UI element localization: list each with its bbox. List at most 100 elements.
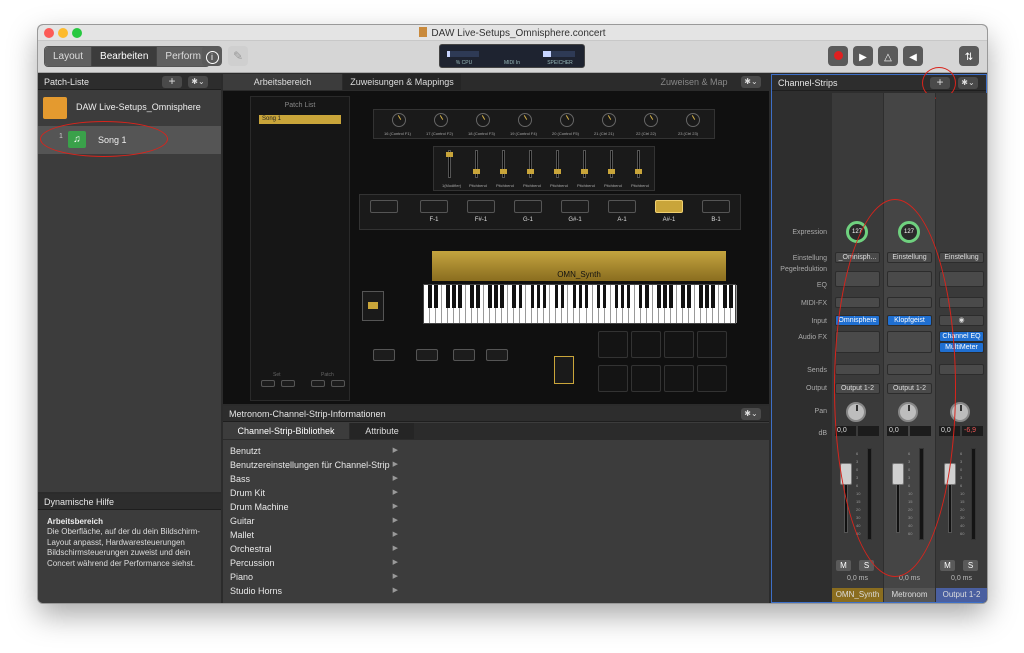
- black-key[interactable]: [488, 285, 492, 308]
- speaker-button[interactable]: ◀: [903, 46, 923, 66]
- drum-pad[interactable]: [664, 331, 694, 358]
- tuner-button[interactable]: ⇅: [959, 46, 979, 66]
- strip-name[interactable]: Output 1-2: [936, 588, 987, 602]
- keyboard[interactable]: [423, 284, 737, 324]
- black-key[interactable]: [687, 285, 691, 308]
- black-key[interactable]: [542, 285, 547, 308]
- black-key[interactable]: [699, 285, 703, 308]
- black-key[interactable]: [662, 285, 667, 308]
- pan-knob[interactable]: [846, 402, 866, 422]
- volume-fader-cap[interactable]: [840, 463, 852, 485]
- black-key[interactable]: [620, 285, 625, 308]
- drum-pad[interactable]: [664, 365, 694, 392]
- midi-fx-slot[interactable]: [939, 297, 984, 308]
- solo-button[interactable]: S: [859, 560, 874, 571]
- library-item[interactable]: Drum Machine ▶: [223, 500, 404, 514]
- library-item[interactable]: Studio Horns ▶: [223, 584, 404, 598]
- library-item[interactable]: Mallet ▶: [223, 528, 404, 542]
- patch-next-button[interactable]: [331, 380, 345, 387]
- concert-row[interactable]: DAW Live-Setups_Omnisphere: [38, 94, 221, 122]
- black-key[interactable]: [681, 285, 685, 308]
- volume-fader-cap[interactable]: [892, 463, 904, 485]
- black-key[interactable]: [512, 285, 517, 308]
- control-button-4[interactable]: [486, 349, 508, 361]
- metronome-button[interactable]: △: [878, 46, 898, 66]
- black-key[interactable]: [596, 285, 601, 308]
- sends-slot[interactable]: [887, 364, 932, 375]
- drum-pad[interactable]: [631, 365, 661, 392]
- audio-fx-slot[interactable]: [835, 331, 880, 353]
- volume-fader-cap[interactable]: [944, 463, 956, 485]
- setting-slot[interactable]: Einstellung: [887, 252, 932, 263]
- control-button-2[interactable]: [416, 349, 438, 361]
- input-slot[interactable]: Klopfgeist: [887, 315, 932, 326]
- black-key[interactable]: [711, 285, 715, 308]
- mute-button[interactable]: M: [836, 560, 851, 571]
- midi-fx-slot[interactable]: [887, 297, 932, 308]
- patch-prev-button[interactable]: [311, 380, 325, 387]
- patch-list-gear-button[interactable]: ✱⌄: [188, 76, 208, 88]
- strip-name[interactable]: OMN_Synth: [832, 588, 883, 602]
- audio-fx-slot[interactable]: [887, 331, 932, 353]
- black-key[interactable]: [560, 285, 565, 308]
- note-button[interactable]: [420, 200, 448, 213]
- control-knob[interactable]: [392, 113, 406, 127]
- play-button[interactable]: ▶: [853, 46, 873, 66]
- input-slot[interactable]: Omnisphere: [835, 315, 880, 326]
- tab-workspace[interactable]: Arbeitsbereich: [223, 74, 342, 90]
- black-key[interactable]: [494, 285, 499, 308]
- library-item[interactable]: Guitar ▶: [223, 514, 404, 528]
- midi-fx-slot[interactable]: [835, 297, 880, 308]
- output-slot[interactable]: Output 1-2: [887, 383, 932, 394]
- black-key[interactable]: [584, 285, 589, 308]
- black-key[interactable]: [614, 285, 619, 308]
- black-key[interactable]: [729, 285, 733, 308]
- eq-slot[interactable]: [939, 271, 984, 287]
- black-key[interactable]: [500, 285, 505, 308]
- black-key[interactable]: [644, 285, 649, 308]
- add-patch-button[interactable]: +: [162, 75, 182, 88]
- control-knob[interactable]: [434, 113, 448, 127]
- eq-slot[interactable]: [887, 271, 932, 287]
- output-slot[interactable]: Output 1-2: [835, 383, 880, 394]
- note-button[interactable]: [514, 200, 542, 213]
- black-key[interactable]: [668, 285, 673, 308]
- black-key[interactable]: [536, 285, 541, 308]
- pan-knob[interactable]: [898, 402, 918, 422]
- note-button[interactable]: [702, 200, 730, 213]
- tab-assignments[interactable]: Zuweisungen & Mappings: [343, 74, 461, 90]
- library-item[interactable]: Percussion ▶: [223, 556, 404, 570]
- control-knob[interactable]: [560, 113, 574, 127]
- control-knob[interactable]: [644, 113, 658, 127]
- note-button[interactable]: [608, 200, 636, 213]
- mute-button[interactable]: M: [940, 560, 955, 571]
- note-button[interactable]: [467, 200, 495, 213]
- library-item[interactable]: Bass ▶: [223, 472, 404, 486]
- setting-slot[interactable]: _Omnisph...: [835, 252, 880, 263]
- drum-pad[interactable]: [598, 365, 628, 392]
- setting-slot[interactable]: Einstellung: [939, 252, 984, 263]
- black-key[interactable]: [626, 285, 631, 308]
- black-key[interactable]: [578, 285, 583, 308]
- library-item[interactable]: Benutzt ▶: [223, 444, 404, 458]
- control-knob[interactable]: [602, 113, 616, 127]
- add-channel-strip-button[interactable]: +: [930, 76, 950, 89]
- library-item[interactable]: Benutzereinstellungen für Channel-Strip ▶: [223, 458, 404, 472]
- black-key[interactable]: [434, 285, 438, 308]
- library-item[interactable]: Piano ▶: [223, 570, 404, 584]
- eq-slot[interactable]: [835, 271, 880, 287]
- black-key[interactable]: [458, 285, 462, 308]
- workspace-gear-button[interactable]: ✱⌄: [741, 76, 761, 88]
- tab-assign-map[interactable]: Zuweisen & Map: [649, 74, 739, 90]
- note-button[interactable]: [561, 200, 589, 213]
- drum-pad[interactable]: [697, 365, 727, 392]
- set-prev-button[interactable]: [261, 380, 275, 387]
- mod-wheel[interactable]: [362, 291, 384, 321]
- control-knob[interactable]: [686, 113, 700, 127]
- layout-mode-button[interactable]: Layout: [45, 47, 93, 66]
- black-key[interactable]: [428, 285, 432, 308]
- black-key[interactable]: [452, 285, 456, 308]
- sends-slot[interactable]: [939, 364, 984, 375]
- edit-mode-button[interactable]: Bearbeiten: [92, 47, 158, 66]
- info-gear-button[interactable]: ✱⌄: [741, 408, 761, 420]
